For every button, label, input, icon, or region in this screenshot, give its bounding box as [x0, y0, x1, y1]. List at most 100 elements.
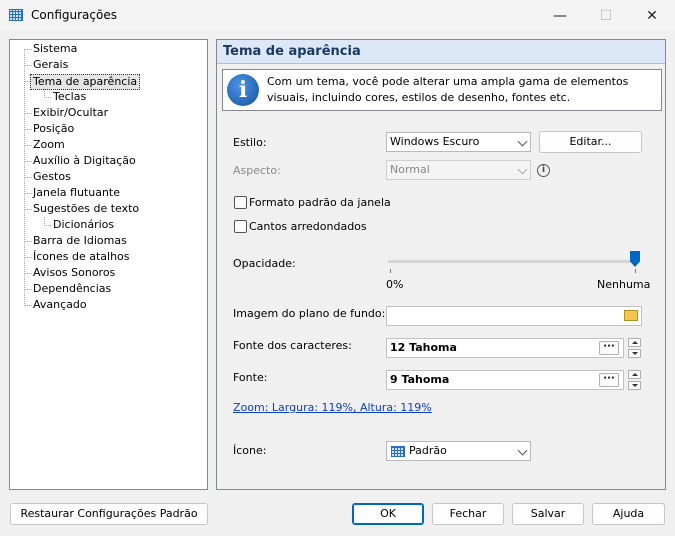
- tree-item[interactable]: Teclas: [53, 90, 86, 104]
- tree-item[interactable]: Gerais: [33, 58, 68, 72]
- tree-connector: [25, 273, 33, 274]
- opacity-slider-track[interactable]: [388, 260, 638, 263]
- window-title: Configurações: [31, 8, 117, 22]
- spin-up-button[interactable]: [628, 370, 641, 379]
- tree-connector: [25, 177, 33, 178]
- arrow-down-icon: [632, 352, 638, 355]
- icon-label: Ícone:: [233, 444, 267, 457]
- tree-item[interactable]: Dependências: [33, 282, 111, 296]
- tree-connector: [25, 289, 33, 290]
- arrow-down-icon: [632, 384, 638, 387]
- chevron-down-icon: [517, 136, 528, 147]
- tree-item[interactable]: Auxílio à Digitação: [33, 154, 136, 168]
- tree-connector: [44, 225, 52, 226]
- save-button[interactable]: Salvar: [512, 503, 584, 525]
- window-format-label[interactable]: Formato padrão da janela: [249, 196, 391, 209]
- slider-tick-min: [390, 269, 391, 273]
- close-button[interactable]: ✕: [629, 0, 675, 31]
- tree-connector: [44, 97, 52, 98]
- chevron-down-icon: [517, 445, 528, 456]
- tree-item[interactable]: Avisos Sonoros: [33, 266, 115, 280]
- font-field[interactable]: 9 Tahoma ···: [386, 370, 624, 390]
- icon-select-value: Padrão: [409, 444, 447, 457]
- keyboard-grid-icon: [391, 446, 405, 457]
- restore-defaults-button[interactable]: Restaurar Configurações Padrão: [10, 503, 208, 525]
- help-button[interactable]: Ajuda: [592, 503, 665, 525]
- icon-select[interactable]: Padrão: [386, 441, 531, 461]
- slider-tick-max: [635, 269, 636, 273]
- tree-connector: [25, 193, 33, 194]
- background-image-label: Imagem do plano de fundo:: [233, 307, 386, 320]
- opacity-slider-thumb[interactable]: [630, 251, 640, 267]
- chevron-down-icon: [517, 164, 528, 175]
- tree-item[interactable]: Ícones de atalhos: [33, 250, 130, 264]
- tree-connector: [44, 216, 45, 226]
- style-select[interactable]: Windows Escuro: [386, 132, 531, 152]
- style-select-value: Windows Escuro: [390, 135, 480, 148]
- window-format-checkbox[interactable]: [234, 196, 247, 209]
- tree-item[interactable]: Dicionários: [53, 218, 114, 232]
- tree-item[interactable]: Avançado: [33, 298, 87, 312]
- zoom-link[interactable]: Zoom: Largura: 119%, Altura: 119%: [233, 401, 432, 414]
- maximize-button[interactable]: ☐: [583, 0, 629, 31]
- tree-item[interactable]: Posição: [33, 122, 74, 136]
- tree-connector: [44, 88, 45, 98]
- font-spinner[interactable]: [628, 370, 641, 390]
- keyboard-grid-icon: [9, 9, 23, 21]
- spin-down-button[interactable]: [628, 381, 641, 390]
- opacity-max-label: Nenhuma: [597, 278, 651, 291]
- char-font-browse-button[interactable]: ···: [599, 341, 619, 355]
- aspect-select-value: Normal: [390, 163, 430, 176]
- tree-connector: [25, 49, 33, 50]
- info-box: i Com um tema, você pode alterar uma amp…: [222, 69, 662, 111]
- close-dialog-button[interactable]: Fechar: [432, 503, 504, 525]
- theme-panel: Tema de aparência i Com um tema, você po…: [216, 39, 666, 490]
- edit-style-button[interactable]: Editar...: [539, 131, 642, 153]
- opacity-label: Opacidade:: [233, 257, 296, 270]
- info-text: Com um tema, você pode alterar uma ampla…: [267, 75, 629, 104]
- tree-item[interactable]: Barra de Idiomas: [33, 234, 127, 248]
- tree-connector: [25, 305, 33, 306]
- tree-item[interactable]: Exibir/Ocultar: [33, 106, 108, 120]
- font-value: 9 Tahoma: [390, 373, 450, 386]
- tree-connector: [25, 161, 33, 162]
- style-label: Estilo:: [233, 136, 267, 149]
- aspect-select[interactable]: Normal: [386, 160, 531, 180]
- rounded-corners-checkbox[interactable]: [234, 220, 247, 233]
- folder-icon[interactable]: [624, 310, 638, 321]
- tree-connector: [25, 209, 33, 210]
- help-icon[interactable]: i: [537, 164, 550, 177]
- arrow-up-icon: [632, 373, 638, 376]
- tree-item[interactable]: Sistema: [33, 42, 77, 56]
- spin-up-button[interactable]: [628, 338, 641, 347]
- char-font-field[interactable]: 12 Tahoma ···: [386, 338, 624, 358]
- font-label: Fonte:: [233, 371, 268, 384]
- font-browse-button[interactable]: ···: [599, 373, 619, 387]
- tree-item[interactable]: Janela flutuante: [33, 186, 120, 200]
- tree-item[interactable]: Sugestões de texto: [33, 202, 139, 216]
- char-font-value: 12 Tahoma: [390, 341, 457, 354]
- settings-tree[interactable]: Sistema Gerais Tema de aparência Teclas Exib…: [9, 39, 208, 490]
- ok-button[interactable]: OK: [352, 503, 424, 525]
- opacity-min-label: 0%: [386, 278, 404, 291]
- panel-title: Tema de aparência: [217, 40, 665, 64]
- tree-connector: [25, 241, 33, 242]
- minimize-button[interactable]: —: [537, 0, 583, 31]
- char-font-label: Fonte dos caracteres:: [233, 339, 352, 352]
- aspect-label: Aspecto:: [233, 164, 281, 177]
- tree-item[interactable]: Gestos: [33, 170, 71, 184]
- tree-connector: [25, 65, 33, 66]
- tree-item[interactable]: Tema de aparência: [30, 74, 141, 90]
- tree-connector: [25, 129, 33, 130]
- spin-down-button[interactable]: [628, 349, 641, 358]
- arrow-up-icon: [632, 341, 638, 344]
- tree-connector: [25, 145, 33, 146]
- tree-connector: [25, 257, 33, 258]
- char-font-spinner[interactable]: [628, 338, 641, 358]
- info-icon: i: [227, 74, 259, 106]
- tree-item[interactable]: Zoom: [33, 138, 65, 152]
- background-image-input[interactable]: [386, 306, 642, 326]
- rounded-corners-label[interactable]: Cantos arredondados: [249, 220, 367, 233]
- tree-connector: [25, 113, 33, 114]
- title-bar: Configurações — ☐ ✕: [0, 0, 675, 31]
